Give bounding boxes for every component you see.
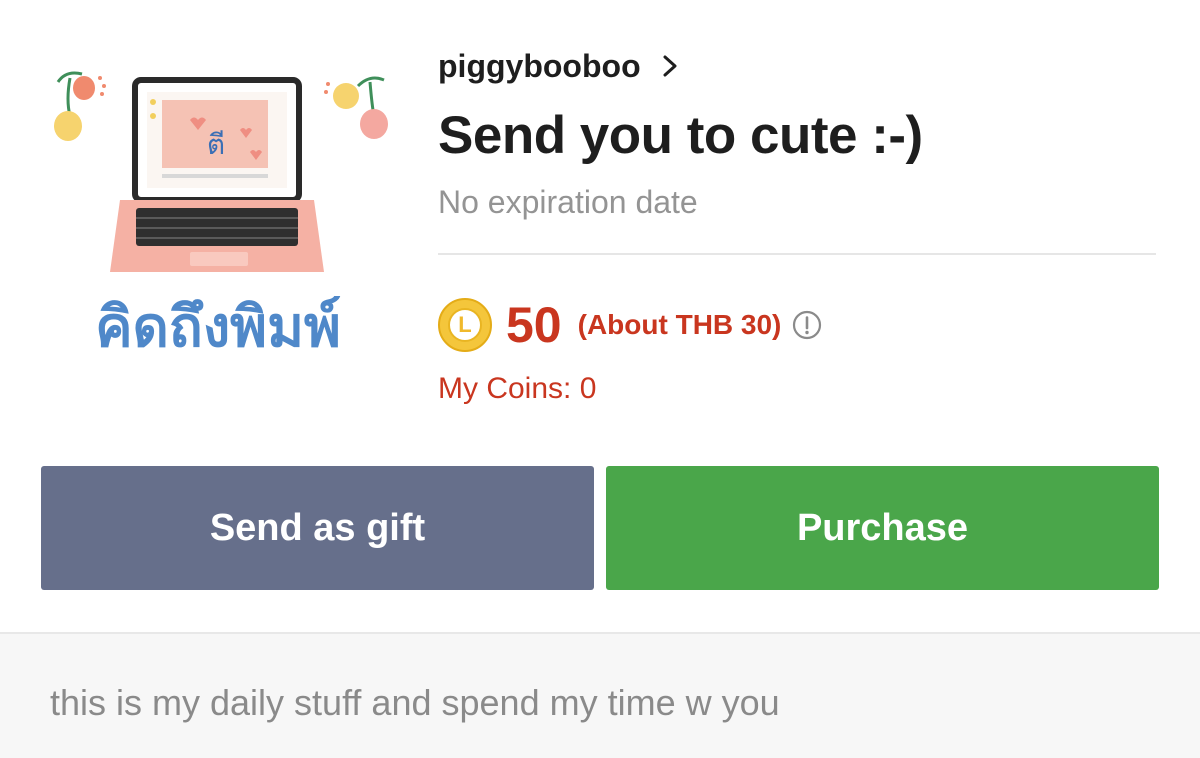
expiry-text: No expiration date xyxy=(438,184,698,220)
author-name: piggybooboo xyxy=(438,47,641,84)
product-header: ตี คิดถึงพิมพ์ piggybooboo Send you to c… xyxy=(0,0,1200,632)
price-approx: (About THB 30) xyxy=(577,309,782,340)
coin-icon: L xyxy=(438,298,492,352)
product-info: piggybooboo Send you to cute :-) No expi… xyxy=(438,40,1156,224)
description-section: this is my daily stuff and spend my time… xyxy=(0,632,1200,758)
product-description: this is my daily stuff and spend my time… xyxy=(50,682,780,723)
svg-text:ตี: ตี xyxy=(207,128,225,161)
purchase-button[interactable]: Purchase xyxy=(606,466,1159,590)
my-coins: My Coins: 0 xyxy=(438,372,597,405)
flower-left-icon xyxy=(54,71,106,141)
purchase-label: Purchase xyxy=(796,506,969,549)
flower-right-icon xyxy=(324,76,388,139)
chevron-right-icon xyxy=(663,55,677,77)
product-title: Send you to cute :-) xyxy=(438,106,923,165)
thumbnail-caption: คิดถึงพิมพ์ xyxy=(95,295,341,360)
info-icon[interactable] xyxy=(791,309,823,341)
author-link[interactable]: piggybooboo xyxy=(438,40,685,92)
product-thumbnail: ตี คิดถึงพิมพ์ xyxy=(54,71,388,360)
coin-letter: L xyxy=(448,308,482,342)
divider xyxy=(438,253,1156,255)
price-row: L 50 (About THB 30) xyxy=(438,294,823,356)
price-value: 50 xyxy=(506,297,562,353)
send-as-gift-button[interactable]: Send as gift xyxy=(41,466,594,590)
send-as-gift-label: Send as gift xyxy=(209,506,426,549)
